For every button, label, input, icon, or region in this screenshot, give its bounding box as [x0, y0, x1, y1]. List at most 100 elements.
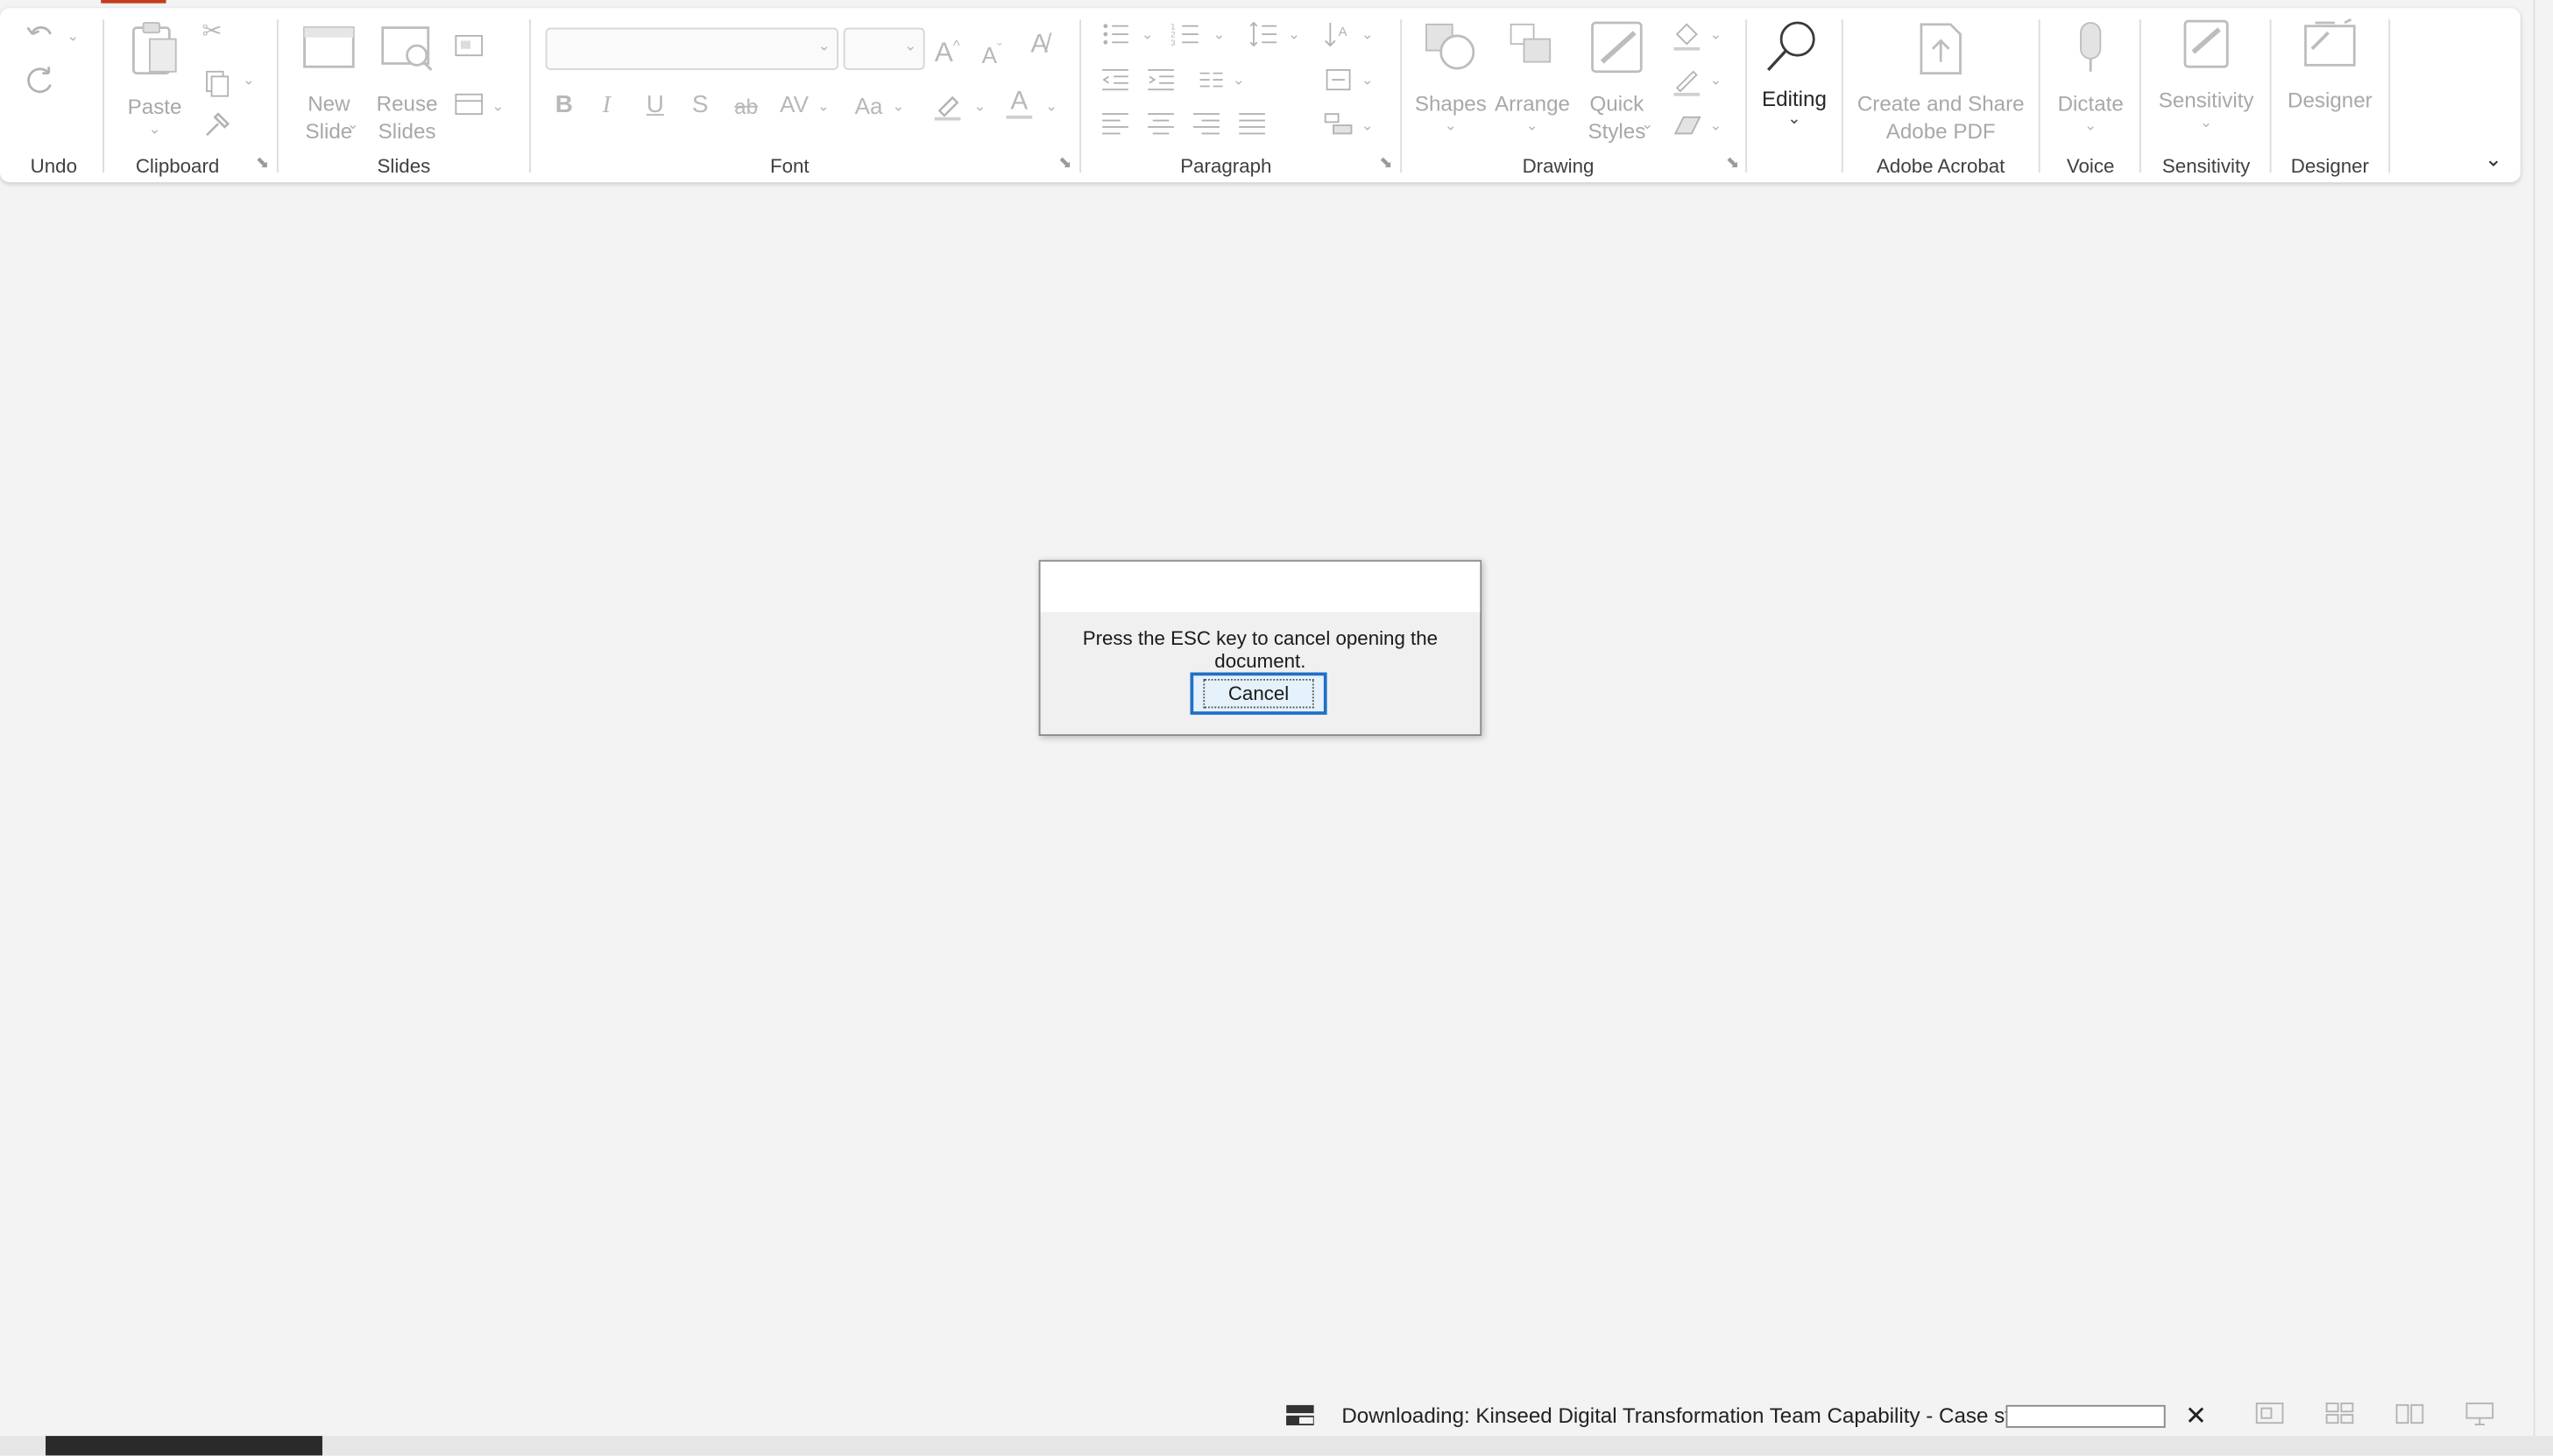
font-color-dropdown-icon[interactable]: ⌄ — [1045, 98, 1057, 116]
strikethrough-button[interactable]: ab — [734, 95, 758, 121]
justify-icon[interactable] — [1237, 110, 1266, 137]
group-separator — [2038, 19, 2040, 173]
shape-effects-dropdown-icon[interactable]: ⌄ — [1709, 117, 1722, 135]
reuse-slides-button[interactable]: Reuse Slides — [371, 19, 443, 145]
cancel-download-icon[interactable]: ✕ — [2185, 1400, 2207, 1432]
active-tab-indicator — [101, 0, 166, 4]
create-share-pdf-button[interactable]: Create and Share Adobe PDF — [1853, 19, 2029, 145]
undo-icon[interactable] — [25, 19, 57, 48]
paragraph-launcher-icon[interactable]: ⬊ — [1379, 155, 1393, 173]
copy-dropdown-icon[interactable]: ⌄ — [243, 72, 255, 89]
columns-dropdown-icon[interactable]: ⌄ — [1233, 72, 1245, 89]
highlight-dropdown-icon[interactable]: ⌄ — [973, 98, 986, 116]
reading-view-icon[interactable] — [2395, 1402, 2424, 1426]
editing-button[interactable]: Editing ⌄ — [1758, 17, 1830, 129]
designer-group-label: Designer — [2290, 154, 2370, 178]
clipboard-launcher-icon[interactable]: ⬊ — [256, 155, 270, 173]
smartart-icon[interactable] — [1324, 110, 1353, 137]
font-name-combobox[interactable]: ⌄ — [545, 27, 839, 70]
voice-group-label: Voice — [2066, 154, 2115, 178]
loading-dialog: Press the ESC key to cancel opening the … — [1038, 560, 1482, 736]
align-text-icon[interactable] — [1324, 67, 1353, 93]
italic-button[interactable]: I — [603, 93, 611, 119]
underline-button[interactable]: U — [647, 92, 664, 119]
create-share-label-2: Adobe PDF — [1885, 118, 1996, 144]
drawing-launcher-icon[interactable]: ⬊ — [1726, 155, 1740, 173]
align-text-dropdown-icon[interactable]: ⌄ — [1361, 72, 1374, 89]
dictate-button[interactable]: Dictate ⌄ — [2048, 19, 2133, 135]
increase-indent-icon[interactable] — [1146, 67, 1175, 93]
columns-icon[interactable] — [1199, 68, 1225, 91]
font-size-combobox[interactable]: ⌄ — [843, 27, 925, 70]
highlight-color-icon[interactable] — [931, 89, 964, 122]
group-separator — [1079, 19, 1081, 173]
paste-button[interactable]: Paste ⌄ — [127, 19, 182, 137]
clear-formatting-icon[interactable]: A̸ — [1030, 32, 1048, 59]
redo-icon[interactable] — [25, 65, 57, 97]
group-separator — [2388, 19, 2391, 173]
shape-effects-icon[interactable] — [1671, 110, 1703, 139]
change-case-dropdown-icon[interactable]: ⌄ — [892, 98, 904, 116]
cancel-button[interactable]: Cancel — [1190, 672, 1327, 715]
undo-dropdown-icon[interactable]: ⌄ — [67, 28, 79, 46]
line-spacing-dropdown-icon[interactable]: ⌄ — [1288, 26, 1300, 44]
group-separator — [2269, 19, 2272, 173]
new-slide-dropdown-icon[interactable]: ⌄ — [347, 116, 359, 133]
arrange-button[interactable]: Arrange ⌄ — [1495, 19, 1570, 135]
line-spacing-icon[interactable] — [1248, 19, 1277, 48]
numbering-icon[interactable]: 123 — [1170, 19, 1199, 48]
decrease-font-size-icon[interactable]: Aˇ — [982, 36, 1002, 67]
shape-outline-dropdown-icon[interactable]: ⌄ — [1709, 72, 1722, 89]
character-spacing-button[interactable]: AV — [780, 91, 809, 117]
format-painter-icon[interactable] — [202, 110, 230, 139]
font-color-icon[interactable]: A — [1006, 88, 1033, 119]
section-dropdown-icon[interactable]: ⌄ — [492, 98, 504, 116]
group-separator — [2139, 19, 2141, 173]
shape-outline-icon[interactable] — [1671, 65, 1703, 97]
font-launcher-icon[interactable]: ⬊ — [1058, 155, 1072, 173]
decrease-indent-icon[interactable] — [1100, 67, 1129, 93]
designer-button[interactable]: Designer — [2280, 17, 2380, 115]
ribbon-collapse-icon[interactable]: ⌄ — [2485, 146, 2502, 173]
sensitivity-button[interactable]: Sensitivity ⌄ — [2149, 17, 2263, 132]
slideshow-icon[interactable] — [2465, 1402, 2494, 1426]
download-progress-bar — [2005, 1404, 2166, 1428]
shapes-button[interactable]: Shapes ⌄ — [1413, 19, 1488, 135]
copy-icon[interactable] — [202, 68, 230, 97]
group-separator — [528, 19, 531, 173]
align-right-icon[interactable] — [1192, 110, 1220, 137]
taskbar-thumbnail[interactable] — [46, 1436, 322, 1456]
bold-button[interactable]: B — [555, 92, 573, 119]
status-progress-icon — [1285, 1404, 1315, 1434]
text-direction-icon[interactable]: A — [1324, 19, 1353, 48]
dictate-dropdown-icon[interactable]: ⌄ — [2048, 117, 2133, 135]
shapes-dropdown-icon[interactable]: ⌄ — [1413, 117, 1488, 135]
cut-icon[interactable]: ✂ — [202, 18, 222, 46]
bullets-icon[interactable] — [1100, 19, 1129, 48]
numbering-dropdown-icon[interactable]: ⌄ — [1213, 26, 1226, 44]
align-left-icon[interactable] — [1100, 110, 1129, 137]
slide-sorter-icon[interactable] — [2325, 1402, 2354, 1426]
text-direction-dropdown-icon[interactable]: ⌄ — [1361, 26, 1374, 44]
new-slide-label-1: New — [308, 91, 350, 116]
sensitivity-dropdown-icon[interactable]: ⌄ — [2149, 114, 2263, 131]
change-case-button[interactable]: Aa — [855, 93, 883, 119]
shape-fill-icon[interactable] — [1671, 19, 1703, 52]
paste-label: Paste — [127, 94, 182, 119]
bullets-dropdown-icon[interactable]: ⌄ — [1142, 26, 1154, 44]
normal-view-icon[interactable] — [2255, 1402, 2284, 1426]
character-spacing-dropdown-icon[interactable]: ⌄ — [817, 98, 830, 116]
arrange-dropdown-icon[interactable]: ⌄ — [1495, 117, 1569, 135]
text-shadow-button[interactable]: S — [692, 92, 709, 119]
slide-layout-icon[interactable] — [454, 32, 484, 59]
quick-styles-label-1: Quick — [1589, 91, 1644, 116]
paste-dropdown-icon[interactable]: ⌄ — [127, 121, 182, 138]
editing-label: Editing — [1762, 86, 1827, 111]
increase-font-size-icon[interactable]: A^ — [935, 32, 960, 67]
align-center-icon[interactable] — [1146, 110, 1175, 137]
quick-styles-dropdown-icon[interactable]: ⌄ — [1641, 116, 1653, 133]
smartart-dropdown-icon[interactable]: ⌄ — [1361, 117, 1374, 135]
shape-fill-dropdown-icon[interactable]: ⌄ — [1709, 26, 1722, 44]
section-icon[interactable] — [454, 91, 484, 117]
download-status-text: Downloading: Kinseed Digital Transformat… — [1341, 1403, 2108, 1428]
